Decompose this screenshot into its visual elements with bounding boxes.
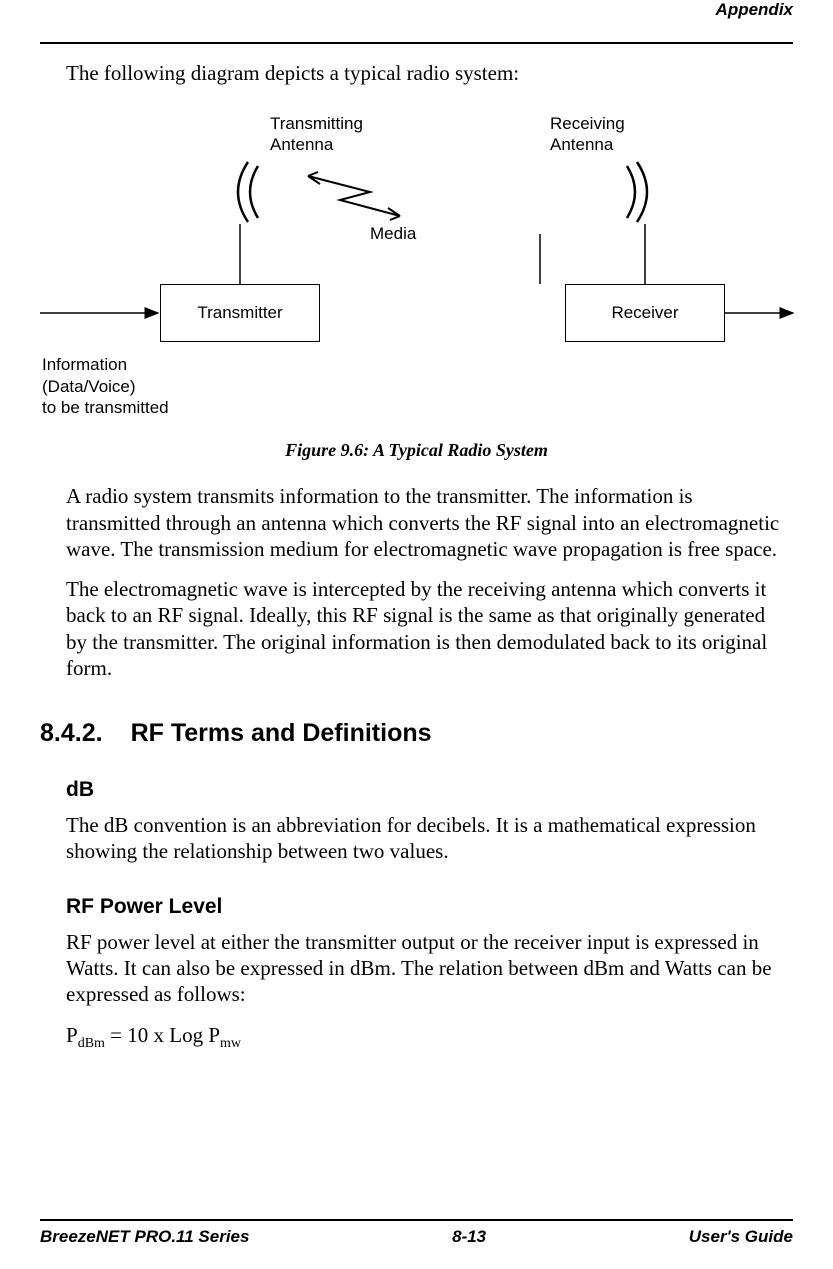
page-header: Appendix [40,0,793,24]
section-title: RF Terms and Definitions [131,719,432,748]
rf-heading: RF Power Level [66,895,793,919]
rx-antenna-curves [40,114,793,434]
footer-rule [40,1219,793,1221]
footer-left: BreezeNET PRO.11 Series [40,1227,249,1247]
intro-paragraph: The following diagram depicts a typical … [66,60,783,86]
formula-sub2: mw [220,1036,241,1051]
formula-sub1: dBm [78,1036,105,1051]
radio-system-diagram: Transmitting Antenna Receiving Antenna M… [40,114,793,434]
paragraph-1: A radio system transmits information to … [66,483,783,562]
section-number: 8.4.2. [40,719,103,748]
section-heading: 8.4.2. RF Terms and Definitions [40,719,793,748]
formula-mid: = 10 x Log P [105,1023,220,1047]
header-rule [40,42,793,44]
db-body: The dB convention is an abbreviation for… [66,812,783,865]
db-heading: dB [66,778,793,802]
formula-p1: P [66,1023,78,1047]
rf-formula: PdBm = 10 x Log Pmw [66,1023,793,1052]
footer-center: 8-13 [452,1227,486,1247]
paragraph-2: The electromagnetic wave is intercepted … [66,576,783,681]
rf-body: RF power level at either the transmitter… [66,929,783,1008]
figure-caption: Figure 9.6: A Typical Radio System [40,440,793,461]
footer-right: User's Guide [689,1227,793,1247]
page-footer: BreezeNET PRO.11 Series 8-13 User's Guid… [40,1219,793,1247]
